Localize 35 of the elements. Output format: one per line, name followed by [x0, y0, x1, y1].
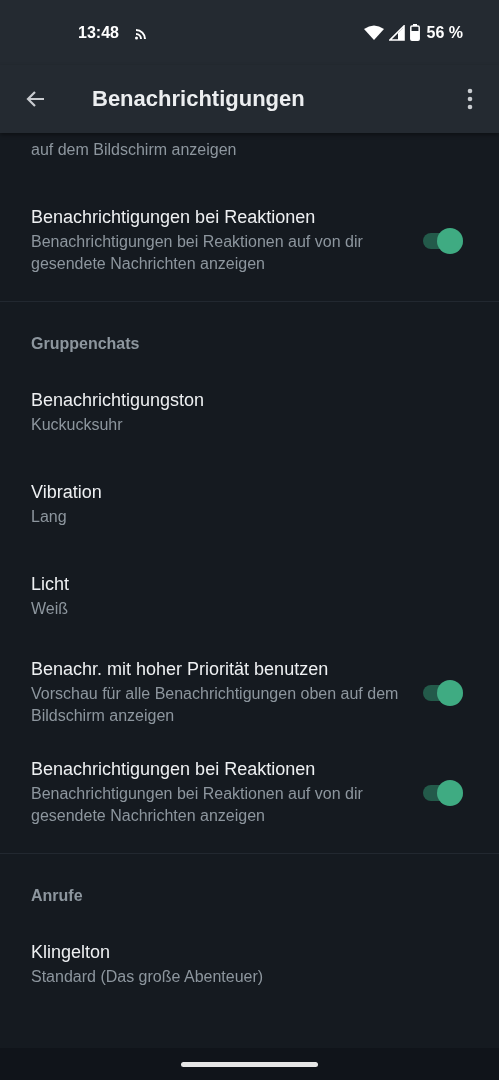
setting-description: Standard (Das große Abenteuer) [31, 967, 265, 987]
setting-description: Benachrichtigungen bei Reaktionen auf von dir gesendete Nachrichten anzeigen [31, 232, 364, 274]
setting-title: Licht [31, 574, 71, 595]
setting-row[interactable]: Benachrichtigungston Kuckucksuhr [0, 367, 499, 459]
battery-icon [409, 24, 420, 41]
status-time: 13:48 [78, 23, 119, 42]
screen-title: Benachrichtigungen [92, 86, 306, 112]
setting-row[interactable]: Benachrichtigungen bei Reaktionen Benachrichtigungen bei Reaktionen auf von dir gesendete Nachrichten anzeigen [0, 743, 499, 843]
setting-row[interactable]: Benachr. mit hoher Priorität benutzen Vorschau für alle Benachrichtigungen oben auf dem Bildschirm anzeigen [0, 643, 499, 743]
toggle-switch[interactable] [423, 680, 463, 706]
more-options-icon[interactable] [467, 88, 473, 110]
setting-title: Vibration [31, 482, 103, 503]
setting-title: Klingelton [31, 942, 112, 963]
setting-title: Benachrichtigungen bei Reaktionen [31, 759, 317, 780]
home-gesture-bar[interactable] [181, 1061, 318, 1067]
setting-row[interactable]: Vibration Lang [0, 459, 499, 551]
setting-row[interactable]: Licht Weiß [0, 551, 499, 643]
setting-title: Benachr. mit hoher Priorität benutzen [31, 659, 330, 680]
setting-description: Lang [31, 507, 68, 527]
signal-icon [388, 24, 405, 41]
section-header: Gruppenchats [30, 334, 141, 354]
setting-row[interactable]: Klingelton Standard (Das große Abenteuer) [0, 919, 499, 1011]
setting-description: Weiß [31, 599, 70, 619]
setting-description: Vorschau für alle Benachrichtigungen oben auf dem Bildschirm anzeigen [31, 684, 400, 726]
setting-row[interactable]: Benachrichtigungen bei Reaktionen Benachrichtigungen bei Reaktionen auf von dir gesendete Nachrichten anzeigen [0, 191, 499, 291]
setting-title: Benachrichtigungston [31, 390, 206, 411]
section-header: Anrufe [30, 886, 84, 906]
toggle-switch[interactable] [423, 780, 463, 806]
battery-percent: 56 % [426, 23, 463, 42]
setting-description: Kuckucksuhr [31, 415, 124, 435]
toggle-switch[interactable] [423, 228, 463, 254]
setting-title: Benachrichtigungen bei Reaktionen [31, 207, 317, 228]
setting-description: auf dem Bildschirm anzeigen [31, 141, 237, 158]
setting-description: Benachrichtigungen bei Reaktionen auf von dir gesendete Nachrichten anzeigen [31, 784, 364, 826]
wifi-icon [363, 24, 384, 41]
